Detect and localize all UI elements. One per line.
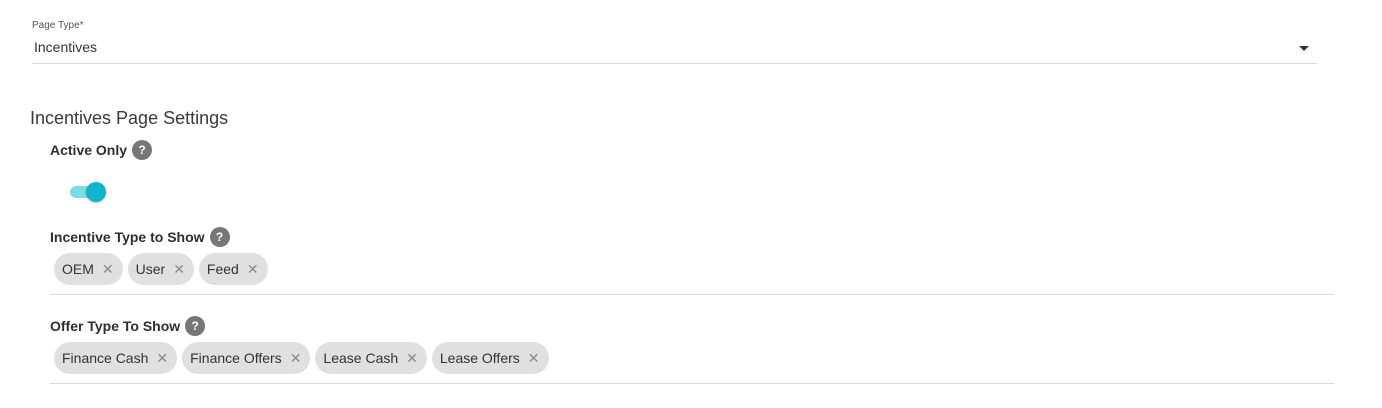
close-icon[interactable]: ✕ (102, 261, 114, 278)
close-icon[interactable]: ✕ (528, 350, 540, 367)
incentive-type-chip-input[interactable]: OEM ✕ User ✕ Feed ✕ (50, 253, 1334, 295)
chip-label: Feed (206, 261, 239, 277)
chip-finance-cash: Finance Cash ✕ (54, 342, 178, 374)
close-icon[interactable]: ✕ (247, 261, 259, 278)
active-only-toggle[interactable] (70, 182, 106, 202)
chip-user: User ✕ (127, 253, 194, 285)
chip-finance-offers: Finance Offers ✕ (182, 342, 311, 374)
chip-label: Lease Cash (323, 350, 399, 366)
close-icon[interactable]: ✕ (173, 261, 185, 278)
section-title: Incentives Page Settings (30, 108, 229, 128)
chip-label: Lease Offers (439, 350, 520, 366)
chip-feed: Feed ✕ (198, 253, 268, 285)
help-icon[interactable]: ? (185, 316, 206, 336)
chip-label: User (135, 261, 166, 277)
page-type-value: Incentives (34, 39, 98, 55)
caret-down-icon[interactable] (1299, 46, 1309, 51)
offer-type-chip-input[interactable]: Finance Cash ✕ Finance Offers ✕ Lease Ca… (50, 342, 1334, 384)
chip-lease-cash: Lease Cash ✕ (315, 342, 427, 374)
active-only-label-group: Active Only ? (50, 140, 153, 160)
chip-label: Finance Cash (62, 350, 149, 366)
page-type-select[interactable]: Page Type* Incentives (32, 18, 1317, 64)
chip-label: Finance Offers (190, 350, 282, 366)
page: Page Type* Incentives Incentives Page Se… (0, 0, 1382, 408)
incentive-type-label: Incentive Type to Show (50, 229, 205, 245)
incentive-type-label-group: Incentive Type to Show ? (50, 227, 230, 247)
offer-type-label-group: Offer Type To Show ? (50, 316, 206, 336)
chip-lease-offers: Lease Offers ✕ (431, 342, 549, 374)
close-icon[interactable]: ✕ (156, 350, 168, 367)
chip-oem: OEM ✕ (54, 253, 123, 285)
chip-label: OEM (62, 261, 94, 277)
help-icon[interactable]: ? (209, 227, 230, 247)
close-icon[interactable]: ✕ (290, 350, 302, 367)
toggle-thumb (86, 182, 106, 202)
close-icon[interactable]: ✕ (406, 350, 418, 367)
page-type-label: Page Type* (32, 20, 84, 31)
offer-type-label: Offer Type To Show (50, 318, 181, 334)
help-icon[interactable]: ? (132, 140, 153, 160)
active-only-label: Active Only (50, 142, 128, 158)
